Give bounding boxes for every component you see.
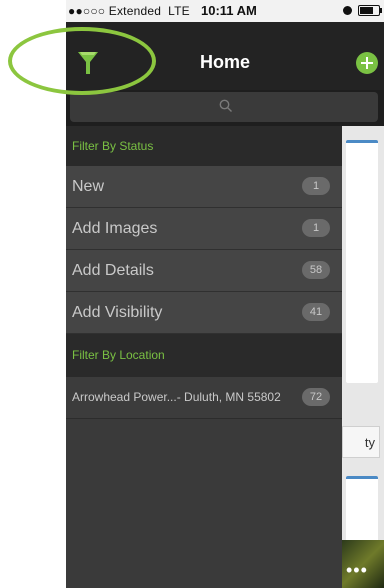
- status-bar: ●●○○○ Extended LTE 10:11 AM: [66, 0, 384, 22]
- status-time: 10:11 AM: [201, 3, 257, 18]
- carrier-signal: ●●○○○ Extended LTE: [68, 4, 190, 18]
- filter-item-label: Add Visibility: [72, 304, 163, 321]
- filter-item-location[interactable]: Arrowhead Power...- Duluth, MN 55802 72: [66, 377, 342, 419]
- filter-item-add-images[interactable]: Add Images 1: [66, 208, 342, 250]
- battery-icon: [358, 5, 382, 16]
- add-button[interactable]: [356, 52, 378, 74]
- more-icon[interactable]: •••: [346, 560, 368, 581]
- highlight-annotation: [8, 27, 156, 95]
- filter-status-header: Filter By Status: [66, 126, 342, 166]
- filter-item-new[interactable]: New 1: [66, 166, 342, 208]
- background-content: ty: [342, 126, 384, 588]
- filter-item-label: Add Details: [72, 262, 154, 279]
- count-badge: 1: [302, 177, 330, 195]
- count-badge: 58: [302, 261, 330, 279]
- filter-item-add-details[interactable]: Add Details 58: [66, 250, 342, 292]
- alarm-icon: [343, 6, 352, 15]
- count-badge: 41: [302, 303, 330, 321]
- filter-item-add-visibility[interactable]: Add Visibility 41: [66, 292, 342, 334]
- filter-drawer: Filter By Status New 1 Add Images 1 Add …: [66, 126, 342, 588]
- content-card: [346, 140, 378, 383]
- filter-item-label: New: [72, 178, 105, 195]
- filter-item-label: Add Images: [72, 220, 158, 237]
- background-button[interactable]: ty: [342, 426, 380, 458]
- count-badge: 72: [302, 388, 330, 406]
- filter-location-header: Filter By Location: [66, 334, 342, 377]
- search-icon: [219, 99, 232, 112]
- count-badge: 1: [302, 219, 330, 237]
- location-label: Arrowhead Power...- Duluth, MN 55802: [72, 390, 281, 404]
- drawer-empty-area: [66, 419, 342, 588]
- search-input[interactable]: [70, 92, 378, 122]
- search-bar: [66, 90, 384, 126]
